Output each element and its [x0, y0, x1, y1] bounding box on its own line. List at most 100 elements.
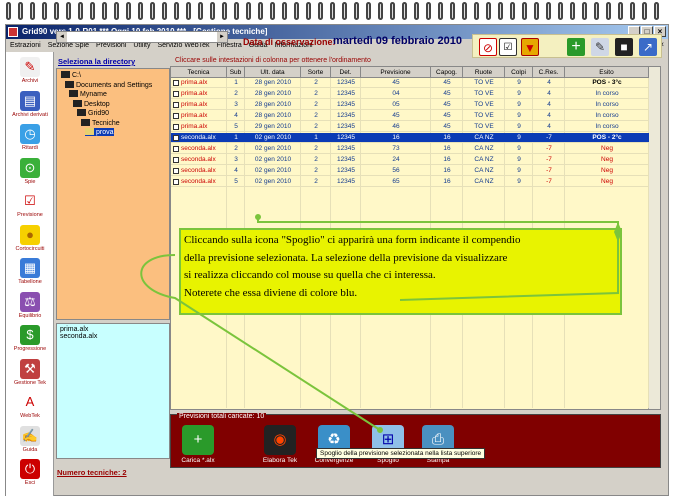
table-cell: 56: [392, 167, 400, 174]
spiral-ring: [90, 2, 95, 20]
folder-icon: [81, 118, 90, 126]
column-header[interactable]: Ult. data: [245, 67, 301, 78]
files-list[interactable]: prima.alx seconda.alx: [56, 323, 170, 459]
directory-item[interactable]: prova: [85, 128, 114, 136]
column-header[interactable]: Det.: [331, 67, 361, 78]
sidebar-item-archivi[interactable]: ✎ Archivi: [6, 57, 54, 84]
table-cell: 1: [234, 79, 238, 86]
table-cell: seconda.alx: [181, 156, 216, 163]
column-header[interactable]: Capog.: [431, 67, 463, 78]
directory-label: C:\: [72, 72, 81, 79]
table-row[interactable]: seconda.alx 4 02 gen 2010 2 12345 56 16 CA NZ 9 -…: [171, 166, 649, 176]
spiral-ring: [630, 2, 635, 20]
table-cell: 02 gen 2010: [254, 167, 292, 174]
callout-line: Noterete che essa diviene di colore blu.: [184, 286, 358, 299]
no-entry-icon[interactable]: ⊘: [479, 38, 497, 56]
carica-alx-button[interactable]: + Carica *.alx: [177, 425, 219, 464]
table-cell: prima.alx: [181, 123, 208, 130]
jar-icon[interactable]: ▼: [521, 38, 539, 56]
menu-previsioni[interactable]: Previsioni: [96, 42, 126, 49]
sidebar-item-webtek[interactable]: A WebTek: [6, 392, 54, 419]
folder-icon: [61, 71, 70, 78]
elabora-tek-button[interactable]: ◉ Elabora Tek: [259, 425, 301, 464]
table-row[interactable]: prima.alx 5 29 gen 2010 2 12345 46 45 TO VE 9 4 In…: [171, 122, 649, 132]
file-item[interactable]: prima.alx: [60, 326, 166, 333]
table-cell: 5: [234, 123, 238, 130]
menu-finestra[interactable]: Finestra: [217, 42, 242, 49]
sidebar-item-tabellone[interactable]: ▦ Tabellone: [6, 258, 54, 285]
directory-item[interactable]: Documents and Settings: [65, 80, 152, 89]
sidebar-item-label: Tabellone: [18, 279, 42, 285]
table-cell: 45: [443, 112, 451, 119]
sidebar-item-spie[interactable]: ⊙ Spie: [6, 157, 54, 185]
table-cell: 2: [314, 156, 318, 163]
menu-servizio-webtek[interactable]: Servizio WebTek: [157, 42, 209, 49]
callout-line: della previsione selezionata. La selezio…: [184, 251, 508, 264]
directory-item[interactable]: C:\: [61, 71, 81, 79]
table-row[interactable]: prima.alx 3 28 gen 2010 2 12345 05 45 TO VE 9 4 In…: [171, 100, 649, 110]
table-cell: 28 gen 2010: [254, 101, 292, 108]
sidebar-item-label: Gestione Tek: [13, 379, 46, 386]
checkbox-icon[interactable]: ☑: [499, 38, 517, 56]
table-cell: 3: [234, 156, 238, 163]
table-row[interactable]: seconda.alx 2 02 gen 2010 2 12345 73 16 CA NZ 9 -…: [171, 144, 649, 154]
sidebar-item-archivi-derivati[interactable]: ▤ Archivi derivati: [6, 90, 54, 118]
sidebar-item-ritardi[interactable]: ◷ Ritardi: [6, 124, 54, 151]
spiral-ring: [174, 2, 179, 20]
edit-icon[interactable]: ✎: [591, 38, 609, 56]
directory-item[interactable]: Grid90: [77, 109, 109, 117]
sidebar-item-cortocircuiti[interactable]: ● Cortocircuiti: [6, 224, 54, 252]
table-row[interactable]: seconda.alx 3 02 gen 2010 2 12345 24 16 CA NZ 9 -…: [171, 155, 649, 165]
calendar-icon: ▦: [20, 258, 40, 278]
column-header[interactable]: Sub: [227, 67, 245, 78]
grid-scrollbar[interactable]: [648, 67, 660, 409]
table-cell: 9: [517, 101, 521, 108]
scroll-right-icon[interactable]: ►: [217, 32, 227, 42]
table-row[interactable]: seconda.alx 5 02 gen 2010 2 12345 65 16 CA NZ 9 -…: [171, 177, 649, 187]
export-icon[interactable]: ↗: [639, 38, 657, 56]
table-cell: 16: [392, 134, 400, 141]
observation-label: Data di osservazione:: [243, 37, 336, 47]
column-header[interactable]: Colpi: [505, 67, 533, 78]
sidebar-item-previsione[interactable]: ☑ Previsione: [6, 191, 54, 218]
table-row[interactable]: prima.alx 1 28 gen 2010 2 12345 45 45 TO VE 9 4 PO…: [171, 78, 649, 88]
directory-item[interactable]: Myname: [69, 90, 107, 98]
file-item[interactable]: seconda.alx: [60, 333, 166, 340]
column-header[interactable]: C.Res.: [533, 67, 565, 78]
table-cell: 3: [234, 101, 238, 108]
sidebar-item-progressione[interactable]: $ Progressione: [6, 325, 54, 352]
table-cell: 2: [314, 167, 318, 174]
sidebar-item-label: Archivi: [21, 78, 39, 84]
scroll-left-icon[interactable]: ◄: [57, 32, 67, 42]
sidebar-item-esci[interactable]: ⏻ Esci: [6, 459, 54, 486]
exit-icon: ⏻: [20, 459, 40, 479]
scale-icon: ⚖: [20, 291, 40, 312]
directory-item[interactable]: Tecniche: [81, 118, 120, 127]
add-icon[interactable]: +: [567, 38, 585, 56]
save-icon[interactable]: ■: [615, 38, 633, 56]
table-row[interactable]: seconda.alx 1 02 gen 2010 1 12345 16 16 CA NZ 9 -…: [171, 133, 649, 143]
menu-sezione-spie[interactable]: Sezione Spie: [48, 42, 89, 49]
directory-tree[interactable]: C:\ Documents and Settings Myname Desktop Gr…: [56, 68, 170, 320]
menu-utility[interactable]: Utility: [133, 42, 150, 49]
menu-estrazioni[interactable]: Estrazioni: [10, 42, 41, 49]
sidebar-item-guida[interactable]: ✍ Guida: [6, 425, 54, 453]
table-cell: 9: [517, 156, 521, 163]
column-header[interactable]: Tecnica: [171, 67, 227, 78]
spiral-ring: [222, 2, 227, 20]
column-header[interactable]: Esito: [565, 67, 649, 78]
directory-item[interactable]: Desktop: [73, 99, 110, 108]
column-header[interactable]: Ruote: [463, 67, 505, 78]
table-row[interactable]: prima.alx 4 28 gen 2010 2 12345 45 45 TO VE 9 4 In…: [171, 111, 649, 121]
column-header[interactable]: Sorte: [301, 67, 331, 78]
date-scrollbar[interactable]: ◄ ►: [56, 31, 228, 43]
table-cell: 45: [443, 101, 451, 108]
table-cell: POS - 3°c: [592, 79, 622, 86]
sidebar-item-equilibrio[interactable]: ⚖ Equilibrio: [6, 291, 54, 319]
table-cell: 4: [547, 79, 551, 86]
table-cell: 4: [547, 101, 551, 108]
table-cell: 16: [443, 134, 451, 141]
sidebar-item-gestione-tek[interactable]: ⚒ Gestione Tek: [6, 358, 54, 386]
column-header[interactable]: Previsione: [361, 67, 431, 78]
table-row[interactable]: prima.alx 2 28 gen 2010 2 12345 04 45 TO VE 9 4 In…: [171, 89, 649, 99]
